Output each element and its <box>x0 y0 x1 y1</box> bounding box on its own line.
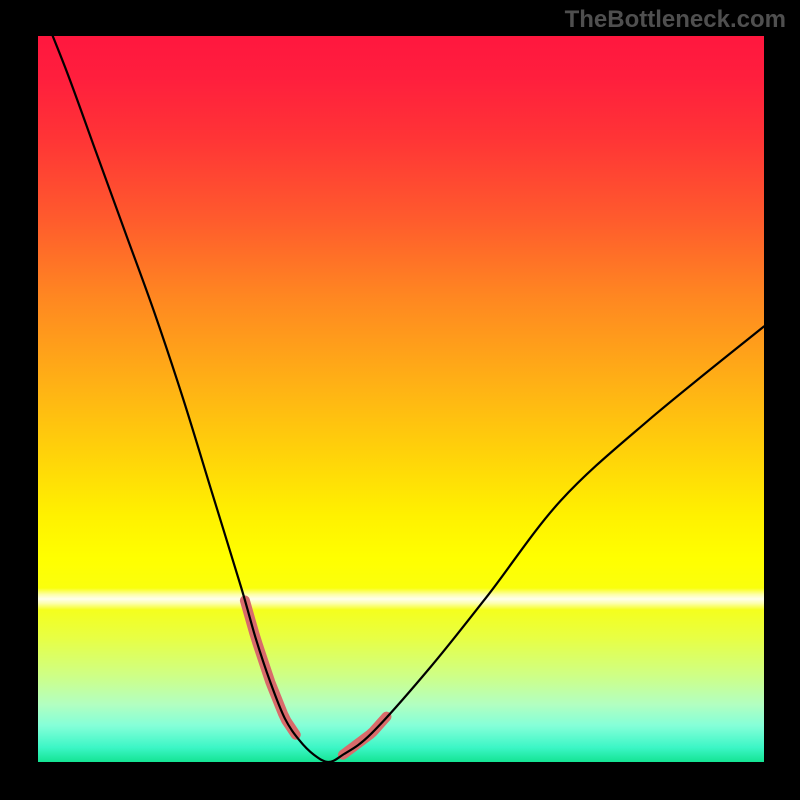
chart-root: TheBottleneck.com <box>0 0 800 800</box>
chart-plot-area <box>38 36 764 762</box>
chart-svg <box>38 36 764 762</box>
left-descent-highlight <box>245 600 296 734</box>
right-ascent-highlight <box>343 717 387 755</box>
bottleneck-curve <box>38 0 764 762</box>
watermark-text: TheBottleneck.com <box>565 6 786 34</box>
